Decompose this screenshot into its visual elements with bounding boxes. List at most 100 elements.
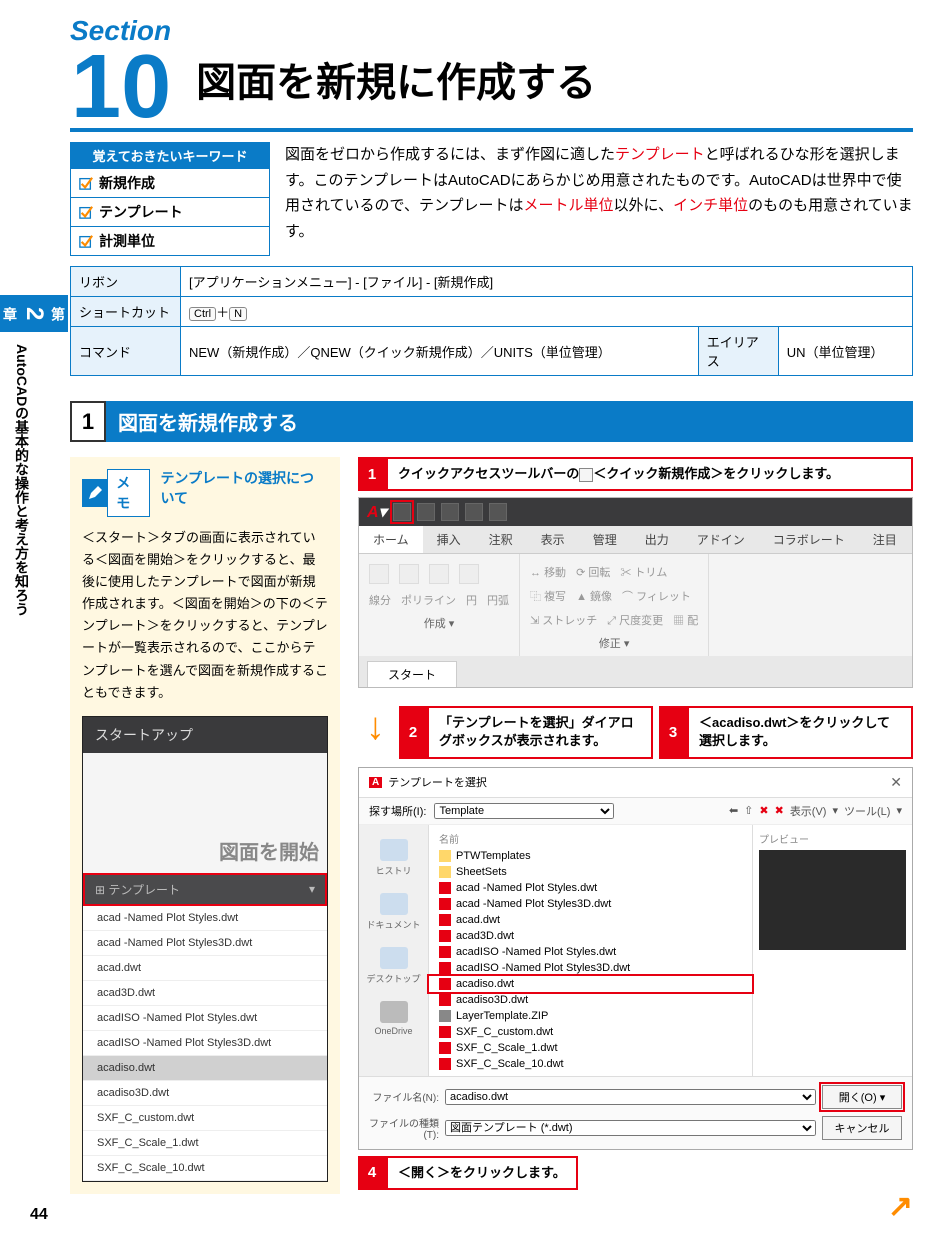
new-file-icon [579,468,593,482]
file-list: 名前 PTWTemplatesSheetSetsacad -Named Plot… [429,825,752,1076]
ribbon-tab[interactable]: 注目 [859,526,911,553]
tool-label[interactable]: トリム [634,567,667,579]
back-icon[interactable]: ⬅ [729,804,738,817]
check-icon [79,205,93,219]
sidebar-history[interactable]: ヒストリ [359,831,428,885]
delete2-icon[interactable]: ✖ [775,804,784,817]
file-item[interactable]: acadiso.dwt [429,976,752,992]
dwt-icon [439,946,451,958]
grid-icon: ⊞ [95,883,108,897]
file-item[interactable]: acad.dwt [429,912,752,928]
memo-title: テンプレートの選択について [160,469,328,508]
tool-label[interactable]: 鏡像 [590,591,612,603]
startup-illustration: 図面を開始 [83,753,327,873]
command-value: NEW（新規作成）／QNEW（クイック新規作成）／UNITS（単位管理） [181,327,699,376]
tool-label[interactable]: 移動 [544,567,566,579]
close-icon[interactable]: ✕ [890,774,902,791]
file-item[interactable]: SXF_C_custom.dwt [429,1024,752,1040]
zip-icon [439,1010,451,1022]
step-number: 1 [358,457,386,491]
ribbon-tab[interactable]: 注釈 [475,526,527,553]
tool-label[interactable]: 尺度変更 [619,615,663,627]
list-item[interactable]: acad -Named Plot Styles3D.dwt [83,931,327,956]
file-item[interactable]: PTWTemplates [429,848,752,864]
file-item[interactable]: acad -Named Plot Styles.dwt [429,880,752,896]
file-item[interactable]: acadISO -Named Plot Styles3D.dwt [429,960,752,976]
open-button[interactable]: 開く(O) ▾ [822,1085,902,1109]
circle-icon[interactable] [429,564,449,584]
qnew-icon[interactable] [393,503,411,521]
list-item[interactable]: acadISO -Named Plot Styles3D.dwt [83,1031,327,1056]
delete-icon[interactable]: ✖ [759,804,768,817]
ribbon-tab-home[interactable]: ホーム [359,526,423,553]
ribbon-tab[interactable]: 管理 [579,526,631,553]
sidebar-onedrive[interactable]: OneDrive [359,993,428,1044]
open-icon[interactable] [417,503,435,521]
saveas-icon[interactable] [465,503,483,521]
tools-button[interactable]: ツール(L) [844,803,890,819]
ribbon-tabs: ホーム 挿入 注釈 表示 管理 出力 アドイン コラボレート 注目 [359,526,912,554]
ribbon-tab[interactable]: 表示 [527,526,579,553]
start-tab[interactable]: スタート [367,661,457,687]
tool-label[interactable]: 線分 [369,592,391,608]
command-label: コマンド [71,327,181,376]
list-item[interactable]: acad.dwt [83,956,327,981]
plot-icon[interactable] [489,503,507,521]
step-4-callout: 4 ＜開く＞をクリックします。 [358,1156,578,1190]
memo-column: メモ テンプレートの選択について ＜スタート＞タブの画面に表示されている＜図面を… [70,457,340,1194]
tool-label[interactable]: 円 [466,592,477,608]
startup-panel: スタートアップ 図面を開始 ⊞ テンプレート ▾ acad -Named Plo… [82,716,328,1182]
file-item[interactable]: SXF_C_Scale_1.dwt [429,1040,752,1056]
up-icon[interactable]: ⇧ [744,804,753,817]
sidebar-documents[interactable]: ドキュメント [359,885,428,939]
tool-label[interactable]: ストレッチ [542,615,597,627]
list-item[interactable]: acadISO -Named Plot Styles.dwt [83,1006,327,1031]
file-item[interactable]: SheetSets [429,864,752,880]
dwt-icon [439,1058,451,1070]
file-item[interactable]: acad -Named Plot Styles3D.dwt [429,896,752,912]
file-item[interactable]: acadiso3D.dwt [429,992,752,1008]
list-item[interactable]: acad -Named Plot Styles.dwt [83,906,327,931]
filename-input[interactable]: acadiso.dwt [445,1089,816,1105]
list-item[interactable]: SXF_C_Scale_10.dwt [83,1156,327,1181]
tool-label[interactable]: 配 [687,615,698,627]
dwt-icon [439,994,451,1006]
line-icon[interactable] [369,564,389,584]
ribbon-tab[interactable]: アドイン [683,526,759,553]
tool-label[interactable]: フィレット [636,591,691,603]
preview-pane: プレビュー [752,825,912,1076]
ribbon-tab[interactable]: 挿入 [423,526,475,553]
chevron-down-icon: ▾ [309,882,315,896]
template-dropdown[interactable]: ⊞ テンプレート ▾ [83,873,327,906]
list-item[interactable]: acadiso3D.dwt [83,1081,327,1106]
corner-arrow-icon: ↗ [888,1189,913,1224]
list-item[interactable]: acad3D.dwt [83,981,327,1006]
filetype-select[interactable]: 図面テンプレート (*.dwt) [445,1120,816,1136]
lookin-select[interactable]: Template [434,803,614,819]
file-item[interactable]: LayerTemplate.ZIP [429,1008,752,1024]
file-name: acadISO -Named Plot Styles3D.dwt [456,962,630,974]
tool-label[interactable]: ポリライン [401,592,456,608]
tool-label[interactable]: 回転 [588,567,610,579]
ribbon-tab[interactable]: 出力 [631,526,683,553]
file-item[interactable]: acad3D.dwt [429,928,752,944]
step-text: ＜開く＞をクリックします。 [386,1156,578,1190]
file-item[interactable]: acadISO -Named Plot Styles.dwt [429,944,752,960]
file-name: LayerTemplate.ZIP [456,1010,548,1022]
shortcut-value: Ctrl＋N [181,297,913,327]
view-button[interactable]: 表示(V) [790,803,827,819]
cancel-button[interactable]: キャンセル [822,1116,902,1140]
keyword-item: 計測単位 [70,227,270,256]
sidebar-desktop[interactable]: デスクトップ [359,939,428,993]
list-item[interactable]: acadiso.dwt [83,1056,327,1081]
tool-label[interactable]: 円弧 [487,592,509,608]
name-column-header[interactable]: 名前 [429,829,752,848]
polyline-icon[interactable] [399,564,419,584]
ribbon-tab[interactable]: コラボレート [759,526,859,553]
list-item[interactable]: SXF_C_Scale_1.dwt [83,1131,327,1156]
arc-icon[interactable] [459,564,479,584]
tool-label[interactable]: 複写 [544,591,566,603]
file-item[interactable]: SXF_C_Scale_10.dwt [429,1056,752,1072]
list-item[interactable]: SXF_C_custom.dwt [83,1106,327,1131]
save-icon[interactable] [441,503,459,521]
